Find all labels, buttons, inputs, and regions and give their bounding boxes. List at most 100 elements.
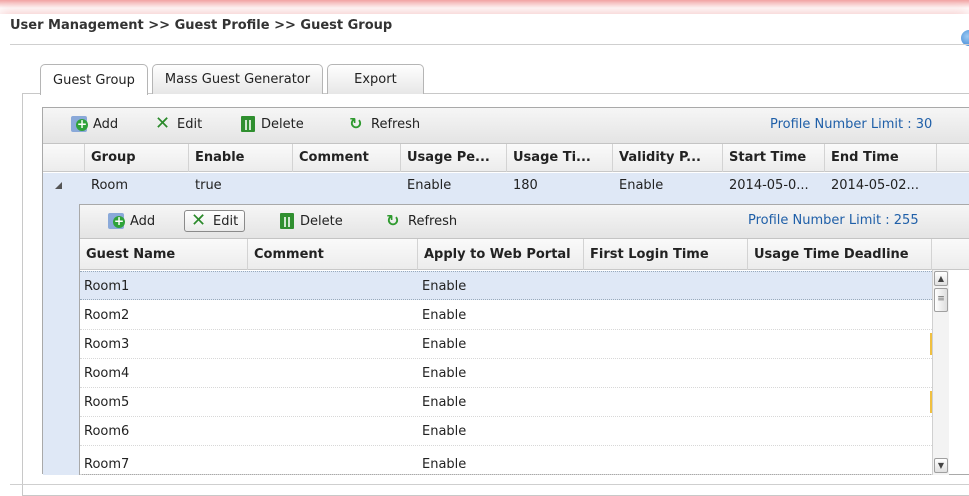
col-usage-time-deadline[interactable]: Usage Time Deadline — [748, 239, 932, 270]
refresh-icon: ↻ — [386, 211, 400, 230]
col-guest-comment[interactable]: Comment — [248, 239, 418, 270]
edit-button[interactable]: ✕ Edit — [155, 113, 203, 134]
guest-portal: Enable — [422, 308, 467, 323]
guest-name: Room7 — [84, 457, 130, 472]
guest-edit-button[interactable]: ✕ Edit — [184, 210, 246, 232]
wrench-icon: ✕ — [155, 113, 171, 134]
guest-first-login — [584, 359, 588, 388]
guest-name: Room3 — [84, 337, 130, 352]
guest-first-login — [584, 301, 588, 330]
group-enable: true — [195, 178, 222, 193]
group-name: Room — [91, 178, 129, 193]
tab-guest-group[interactable]: Guest Group — [40, 64, 148, 95]
guest-comment — [248, 417, 252, 446]
refresh-label: Refresh — [371, 116, 421, 132]
guest-profile-limit: Profile Number Limit : 255 — [748, 213, 919, 228]
trash-icon — [280, 213, 294, 229]
guest-first-login — [584, 272, 588, 301]
guest-name: Room2 — [84, 308, 130, 323]
bottom-divider — [10, 484, 969, 485]
col-apply-web-portal[interactable]: Apply to Web Portal — [418, 239, 584, 270]
collapse-arrow-icon[interactable] — [55, 182, 62, 189]
guest-toolbar: Add ✕ Edit Delete ↻ Refresh Profile Numb… — [80, 205, 969, 239]
table-row[interactable]: Room7 Enable — [80, 446, 932, 475]
guest-add-button[interactable]: Add — [108, 213, 155, 229]
col-guest-name[interactable]: Guest Name — [80, 239, 248, 270]
guest-name: Room4 — [84, 366, 130, 381]
col-comment[interactable]: Comment — [293, 144, 401, 172]
table-row[interactable]: Room5 Enable — [80, 388, 932, 417]
profile-limit: Profile Number Limit : 30 — [770, 117, 933, 132]
col-group[interactable]: Group — [85, 144, 189, 172]
guest-first-login — [584, 417, 588, 446]
guest-refresh-label: Refresh — [408, 213, 458, 229]
divider — [10, 44, 969, 45]
expander-column — [43, 144, 85, 172]
guest-comment — [248, 301, 252, 330]
guest-comment — [248, 450, 252, 474]
group-table-header: Group Enable Comment Usage Pe... Usage T… — [43, 144, 969, 172]
guest-first-login — [584, 388, 588, 417]
guest-portal: Enable — [422, 395, 467, 410]
group-toolbar: Add ✕ Edit Delete ↻ Refresh Profile Numb… — [43, 108, 969, 144]
guest-name: Room6 — [84, 424, 130, 439]
guest-portal: Enable — [422, 424, 467, 439]
add-icon — [108, 213, 125, 229]
group-start-time: 2014-05-0... — [729, 178, 809, 193]
col-start-time[interactable]: Start Time — [723, 144, 825, 172]
refresh-button[interactable]: ↻ Refresh — [349, 116, 420, 132]
guest-first-login — [584, 330, 588, 359]
guest-refresh-button[interactable]: ↻ Refresh — [386, 213, 457, 229]
guest-comment — [248, 272, 252, 301]
guest-name: Room5 — [84, 395, 130, 410]
tab-mass-guest-generator[interactable]: Mass Guest Generator — [151, 64, 324, 94]
guest-add-label: Add — [130, 213, 156, 229]
table-row[interactable]: Room6 Enable — [80, 417, 932, 446]
guest-panel: Add ✕ Edit Delete ↻ Refresh Profile Numb… — [79, 204, 969, 475]
group-usage-time: 180 — [513, 178, 538, 193]
col-end-time[interactable]: End Time — [825, 144, 937, 172]
top-glow — [0, 0, 969, 8]
tab-export[interactable]: Export — [327, 64, 424, 94]
expanded-row-body: Add ✕ Edit Delete ↻ Refresh Profile Numb… — [43, 198, 969, 475]
tab-bar: Guest Group Mass Guest Generator Export — [40, 64, 428, 95]
col-first-login-time[interactable]: First Login Time — [584, 239, 748, 270]
edit-label: Edit — [177, 116, 203, 132]
group-row[interactable]: Room true Enable 180 Enable 2014-05-0...… — [43, 173, 969, 198]
col-usage-period[interactable]: Usage Pe... — [401, 144, 507, 172]
guest-deadline — [748, 301, 752, 330]
delete-label: Delete — [261, 116, 304, 132]
table-row[interactable]: Room4 Enable — [80, 359, 932, 388]
guest-portal: Enable — [422, 337, 467, 352]
scroll-thumb[interactable]: ≡ — [934, 288, 948, 312]
scroll-down-icon[interactable]: ▼ — [934, 458, 948, 473]
col-enable[interactable]: Enable — [189, 144, 293, 172]
guest-deadline — [748, 330, 752, 359]
guest-portal: Enable — [422, 366, 467, 381]
guest-first-login — [584, 450, 588, 474]
col-validity-period[interactable]: Validity P... — [613, 144, 723, 172]
guest-delete-button[interactable]: Delete — [280, 213, 343, 229]
guest-deadline — [748, 359, 752, 388]
delete-button[interactable]: Delete — [241, 116, 304, 132]
vertical-scrollbar[interactable]: ▲ ≡ ▼ — [932, 270, 949, 475]
group-comment — [293, 173, 401, 198]
guest-delete-label: Delete — [300, 213, 343, 229]
guest-comment — [248, 388, 252, 417]
breadcrumb: User Management >> Guest Profile >> Gues… — [10, 18, 393, 33]
scroll-up-icon[interactable]: ▲ — [934, 271, 948, 286]
guest-comment — [248, 359, 252, 388]
col-usage-time[interactable]: Usage Ti... — [507, 144, 613, 172]
table-row[interactable]: Room3 Enable — [80, 330, 932, 359]
guest-comment — [248, 330, 252, 359]
group-panel: Add ✕ Edit Delete ↻ Refresh Profile Numb… — [42, 107, 969, 475]
add-button[interactable]: Add — [71, 116, 118, 132]
guest-edit-label: Edit — [213, 213, 239, 229]
table-row[interactable]: Room1 Enable — [80, 271, 932, 300]
table-row[interactable]: Room2 Enable — [80, 301, 932, 330]
guest-table-header: Guest Name Comment Apply to Web Portal F… — [80, 239, 969, 270]
add-label: Add — [93, 116, 119, 132]
trash-icon — [241, 116, 255, 132]
group-validity-period: Enable — [619, 178, 664, 193]
group-end-time: 2014-05-02... — [831, 178, 919, 193]
